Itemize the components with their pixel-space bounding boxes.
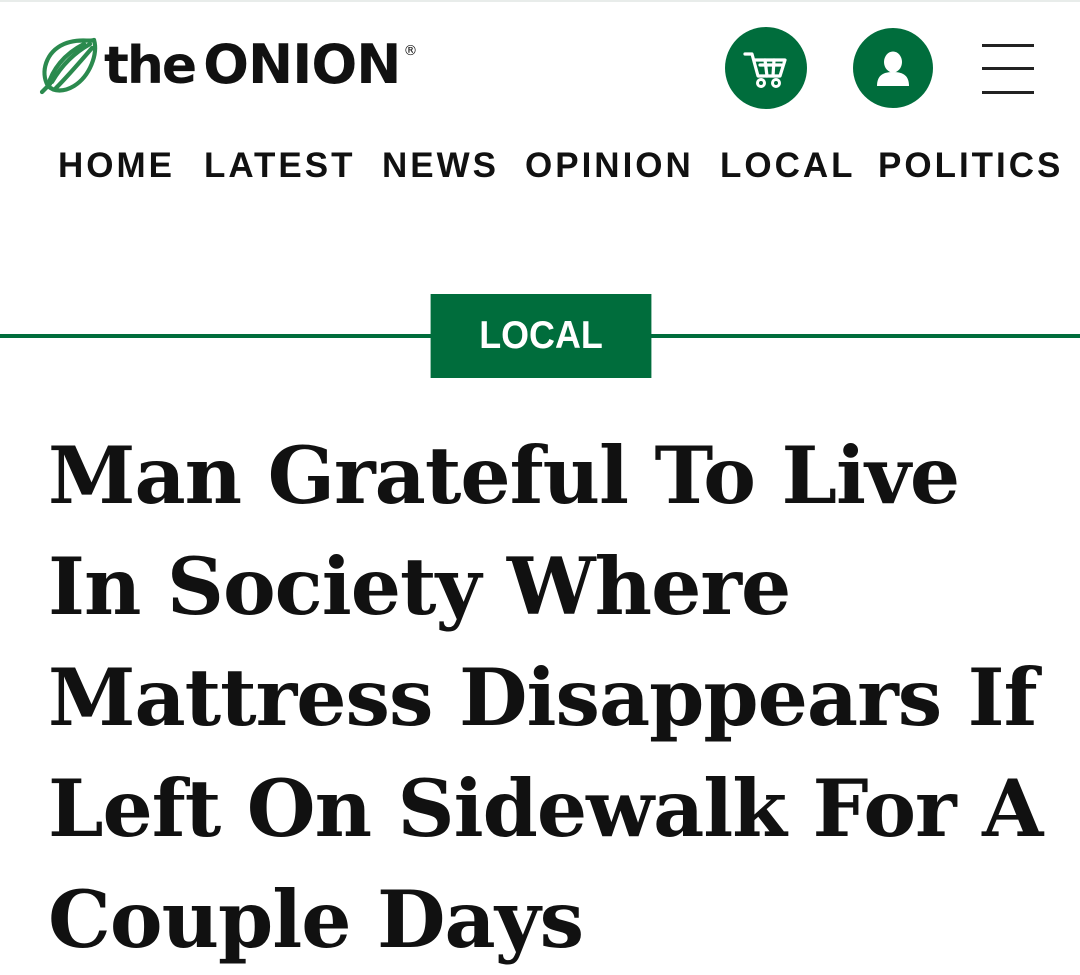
nav-item-latest[interactable]: LATEST [204, 146, 356, 186]
registered-mark: ® [403, 43, 418, 59]
cart-button[interactable] [725, 27, 807, 109]
site-header: the ONION ® [0, 0, 1080, 130]
nav-item-news[interactable]: NEWS [382, 146, 499, 186]
nav-item-home[interactable]: HOME [58, 146, 175, 186]
cart-icon [743, 52, 787, 88]
hamburger-line [982, 91, 1034, 94]
nav-item-local[interactable]: LOCAL [720, 146, 856, 186]
article-headline: Man Grateful To Live In Society Where Ma… [48, 429, 1043, 966]
section-tag[interactable]: LOCAL [430, 294, 652, 378]
main-nav: HOME LATEST NEWS OPINION LOCAL POLITICS [0, 140, 1080, 190]
menu-button[interactable] [976, 40, 1038, 98]
account-button[interactable] [853, 28, 933, 108]
nav-item-opinion[interactable]: OPINION [525, 146, 694, 186]
hamburger-line [982, 44, 1034, 47]
hamburger-line [982, 67, 1034, 70]
logo-wordmark: the ONION ® [104, 33, 418, 96]
logo-onion-text: ONION [203, 33, 401, 96]
onion-logo-icon [39, 37, 98, 95]
logo-the-text: the [104, 36, 197, 96]
user-icon [877, 51, 909, 86]
site-logo[interactable]: the ONION ® [38, 30, 417, 100]
nav-item-politics[interactable]: POLITICS [878, 146, 1063, 186]
